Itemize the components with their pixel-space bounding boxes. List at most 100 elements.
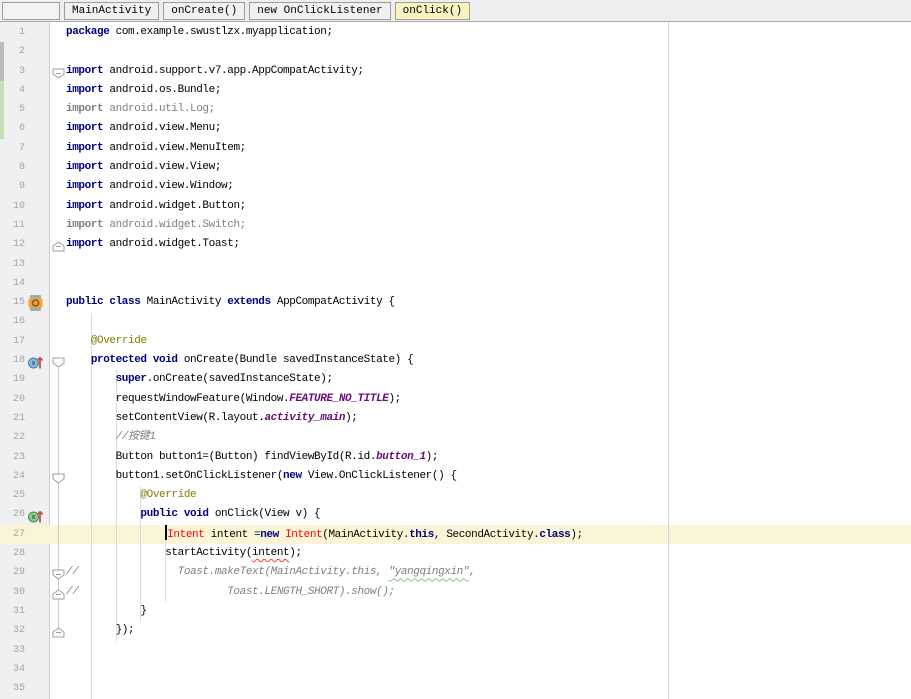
line-number: 5 <box>18 104 25 116</box>
line-number: 17 <box>12 335 25 347</box>
breadcrumb-item-oncreate[interactable]: onCreate() <box>163 2 246 20</box>
code-text: super.onCreate(savedInstanceState); <box>115 373 333 386</box>
code-line-13[interactable]: 13 <box>0 255 911 274</box>
breadcrumb-item-mainactivity[interactable]: MainActivity <box>64 2 160 20</box>
line-number: 27 <box>12 528 25 540</box>
line-number: 10 <box>12 200 25 212</box>
code-text: }); <box>66 624 135 637</box>
breadcrumb-item-new-onclicklistener[interactable]: new OnClickListener <box>249 2 391 20</box>
code-line-34[interactable]: 34 <box>0 660 911 679</box>
line-number: 31 <box>12 605 25 617</box>
code-text: // Toast.makeText(MainActivity.this, "ya… <box>66 566 476 579</box>
code-line-4[interactable]: 4 import android.os.Bundle; <box>0 81 911 100</box>
code-line-17[interactable]: 17 @Override <box>0 332 911 351</box>
fold-marker-down[interactable] <box>52 355 65 368</box>
line-number: 15 <box>12 297 25 309</box>
overrides-method-icon-green[interactable] <box>27 507 45 523</box>
fold-marker-down[interactable] <box>52 567 65 580</box>
code-line-31[interactable]: 31 } <box>0 602 911 621</box>
code-text: Intent intent =new Intent(MainActivity.t… <box>66 524 583 545</box>
line-number: 34 <box>12 663 25 675</box>
code-text: @Override <box>90 334 147 347</box>
line-number: 11 <box>12 219 25 231</box>
code-line-3[interactable]: 3 import android.support.v7.app.AppCompat… <box>0 62 911 81</box>
fold-marker-down[interactable] <box>52 66 65 79</box>
code-text: setContentView(R.layout.activity_main); <box>66 411 358 424</box>
code-text: import android.util.Log; <box>66 103 215 116</box>
code-line-8[interactable]: 8 import android.view.View; <box>0 158 911 177</box>
breadcrumb-item-onclick[interactable]: onClick() <box>394 2 471 20</box>
code-text: import android.support.v7.app.AppCompatA… <box>66 64 364 77</box>
code-line-33[interactable]: 33 <box>0 641 911 660</box>
line-number: 14 <box>12 277 25 289</box>
code-line-14[interactable]: 14 <box>0 274 911 293</box>
fold-marker-up[interactable] <box>52 587 65 600</box>
fold-marker-up[interactable] <box>52 239 65 252</box>
breadcrumb-bar: MainActivity onCreate() new OnClickListene… <box>0 0 911 22</box>
line-number: 32 <box>12 625 25 637</box>
code-line-20[interactable]: 20 requestWindowFeature(Window.FEATURE_N… <box>0 390 911 409</box>
code-text: //按键1 <box>115 431 156 444</box>
line-number: 30 <box>12 586 25 598</box>
line-number: 35 <box>12 683 25 695</box>
code-line-5[interactable]: 5 import android.util.Log; <box>0 100 911 119</box>
code-editor[interactable]: 1 package com.example.swustlzx.myapplicat… <box>0 22 911 699</box>
code-line-32[interactable]: 32 }); <box>0 621 911 640</box>
code-line-1[interactable]: 1 package com.example.swustlzx.myapplicat… <box>0 23 911 42</box>
code-line-11[interactable]: 11 import android.widget.Switch; <box>0 216 911 235</box>
code-line-2[interactable]: 2 <box>0 42 911 61</box>
code-line-18[interactable]: 18 protected void onCreate(Bundle savedI… <box>0 351 911 370</box>
code-line-29[interactable]: 29 // Toast.makeText(MainActivity.this, "… <box>0 563 911 582</box>
code-text: import android.view.Menu; <box>66 122 222 135</box>
line-number: 6 <box>18 123 25 135</box>
breadcrumb-spacer <box>2 2 60 20</box>
line-number: 20 <box>12 393 25 405</box>
code-text: @Override <box>140 489 197 502</box>
line-number: 19 <box>12 374 25 386</box>
line-number: 9 <box>18 181 25 193</box>
overrides-method-icon-blue[interactable] <box>27 353 45 369</box>
line-number: 26 <box>12 509 25 521</box>
line-number: 22 <box>12 432 25 444</box>
code-text: import android.widget.Toast; <box>66 238 240 251</box>
code-line-24[interactable]: 24 button1.setOnClickListener(new View.O… <box>0 467 911 486</box>
code-line-35[interactable]: 35 <box>0 679 911 698</box>
code-line-27[interactable]: 27 Intent intent =new Intent(MainActivit… <box>0 524 911 545</box>
code-text: requestWindowFeature(Window.FEATURE_NO_T… <box>66 392 402 405</box>
code-text: import android.widget.Switch; <box>66 218 246 231</box>
code-line-30[interactable]: 30 // Toast.LENGTH_SHORT).show(); <box>0 583 911 602</box>
fold-marker-up[interactable] <box>52 625 65 638</box>
code-line-26[interactable]: 26 public void onClick(View v) { <box>0 505 911 524</box>
code-line-12[interactable]: 12 import android.widget.Toast; <box>0 235 911 254</box>
code-line-19[interactable]: 19 super.onCreate(savedInstanceState); <box>0 370 911 389</box>
line-number: 29 <box>12 567 25 579</box>
class-icon[interactable] <box>27 295 45 312</box>
line-number: 4 <box>18 84 25 96</box>
line-number: 33 <box>12 644 25 656</box>
line-number: 24 <box>12 470 25 482</box>
line-number: 25 <box>12 490 25 502</box>
code-text: import android.view.MenuItem; <box>66 141 246 154</box>
code-line-6[interactable]: 6 import android.view.Menu; <box>0 119 911 138</box>
breadcrumb: MainActivity onCreate() new OnClickListene… <box>0 0 911 21</box>
line-number: 18 <box>12 355 25 367</box>
code-text: } <box>66 604 147 617</box>
code-line-21[interactable]: 21 setContentView(R.layout.activity_main… <box>0 409 911 428</box>
code-line-15[interactable]: 15 public class MainActivity extends AppC… <box>0 293 911 312</box>
code-lines-container: 1 package com.example.swustlzx.myapplicat… <box>0 23 911 699</box>
code-line-9[interactable]: 9 import android.view.Window; <box>0 177 911 196</box>
code-text: import android.view.View; <box>66 161 222 174</box>
code-line-16[interactable]: 16 <box>0 312 911 331</box>
code-text: startActivity(intent); <box>66 547 302 560</box>
code-line-22[interactable]: 22 //按键1 <box>0 428 911 447</box>
line-number: 16 <box>12 316 25 328</box>
line-number: 28 <box>12 548 25 560</box>
fold-marker-down[interactable] <box>52 471 65 484</box>
code-line-7[interactable]: 7 import android.view.MenuItem; <box>0 139 911 158</box>
code-text: public void onClick(View v) { <box>140 508 321 521</box>
code-line-23[interactable]: 23 Button button1=(Button) findViewById(… <box>0 448 911 467</box>
code-line-25[interactable]: 25 @Override <box>0 486 911 505</box>
code-line-28[interactable]: 28 startActivity(intent); <box>0 544 911 563</box>
code-line-10[interactable]: 10 import android.widget.Button; <box>0 197 911 216</box>
code-text: public class MainActivity extends AppCom… <box>66 296 395 309</box>
